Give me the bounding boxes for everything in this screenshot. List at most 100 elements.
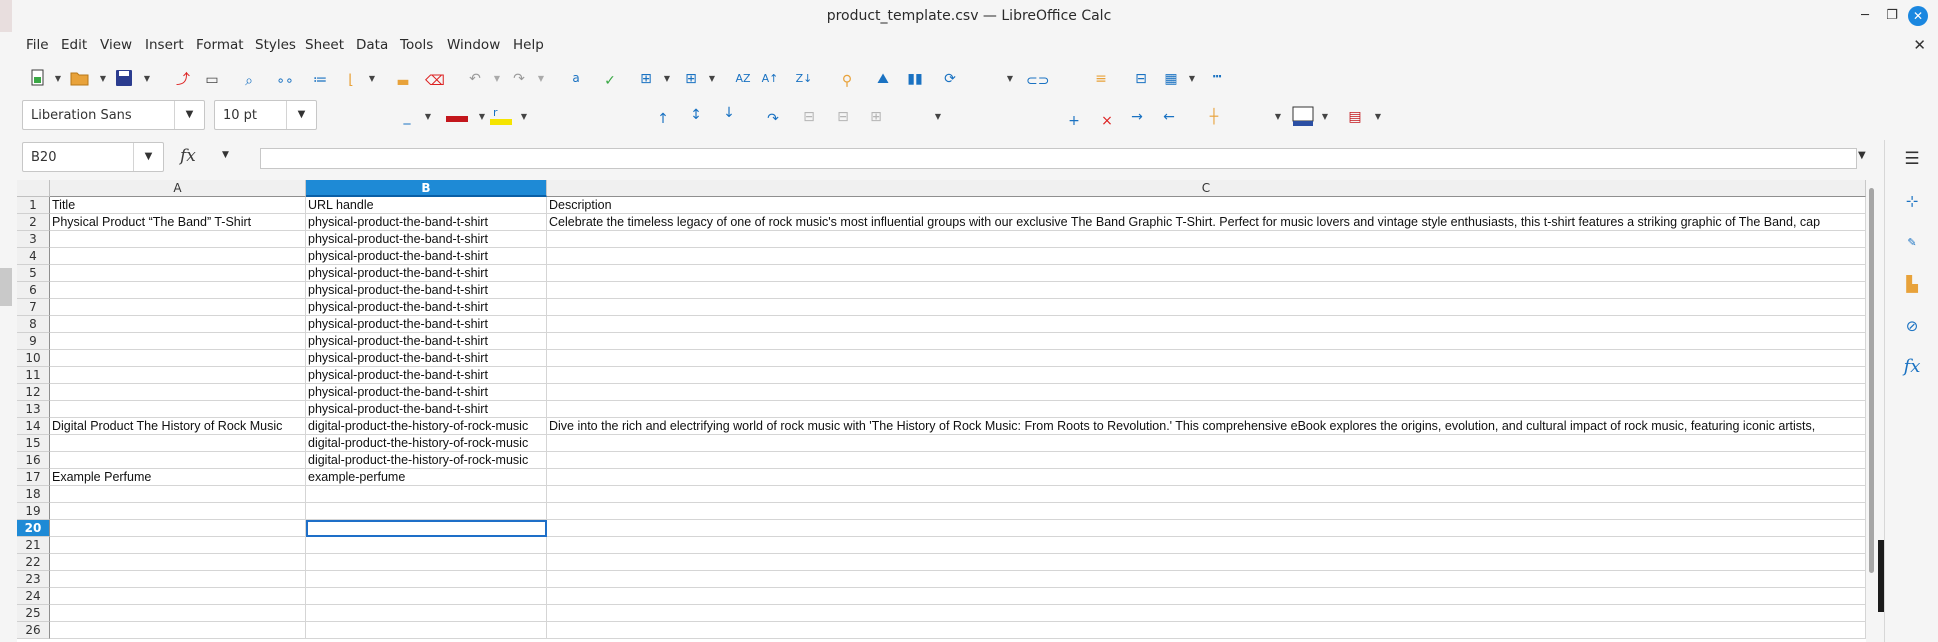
open-folder-icon[interactable]: [69, 68, 91, 90]
row-icon[interactable]: ⊞: [635, 68, 657, 90]
minimize-button[interactable]: ─: [1856, 7, 1874, 25]
cell-c14[interactable]: Dive into the rich and electrifying worl…: [547, 418, 1866, 435]
font-size-dropdown-icon[interactable]: ▼: [286, 101, 316, 129]
export-pdf-icon[interactable]: ⤴: [172, 69, 194, 91]
row-header[interactable]: 9: [17, 333, 50, 350]
menu-format[interactable]: Format: [196, 37, 244, 53]
cell-a11[interactable]: [50, 367, 306, 384]
comment-icon[interactable]: ≡: [1090, 68, 1112, 90]
highlight-dropdown-icon[interactable]: ▼: [520, 106, 528, 128]
cell-b21[interactable]: [306, 537, 547, 554]
cell-a7[interactable]: [50, 299, 306, 316]
border-style-dropdown-icon[interactable]: ▼: [1274, 106, 1282, 128]
center-vertically-icon[interactable]: ↕: [685, 104, 707, 126]
define-print-area-icon[interactable]: ▦: [1160, 68, 1182, 90]
merge-cells-icon[interactable]: ⊟: [798, 106, 820, 128]
row-header[interactable]: 23: [17, 571, 50, 588]
font-color-icon[interactable]: [446, 108, 468, 130]
cell-a15[interactable]: [50, 435, 306, 452]
cell-c17[interactable]: [547, 469, 1866, 486]
row-header[interactable]: 21: [17, 537, 50, 554]
cell-a9[interactable]: [50, 333, 306, 350]
row-header[interactable]: 14: [17, 418, 50, 435]
maximize-button[interactable]: ❐: [1883, 7, 1901, 25]
insert-image-icon[interactable]: ⛰: [872, 68, 894, 90]
format-paintbrush-icon[interactable]: ≔: [309, 69, 331, 91]
cell-a24[interactable]: [50, 588, 306, 605]
sort-ascending-icon[interactable]: A↑: [759, 68, 781, 90]
autofilter-icon[interactable]: ⚲: [836, 70, 858, 92]
menu-data[interactable]: Data: [356, 37, 388, 53]
cell-a25[interactable]: [50, 605, 306, 622]
cell-a23[interactable]: [50, 571, 306, 588]
menu-file[interactable]: File: [26, 37, 49, 53]
formula-input[interactable]: [260, 148, 1857, 169]
cell-a22[interactable]: [50, 554, 306, 571]
menu-insert[interactable]: Insert: [145, 37, 184, 53]
cell-b8[interactable]: physical-product-the-band-t-shirt: [306, 316, 547, 333]
functions-icon[interactable]: fx: [1901, 356, 1923, 378]
column-dropdown-icon[interactable]: ▼: [708, 68, 716, 90]
cell-a4[interactable]: [50, 248, 306, 265]
autospellcheck-icon[interactable]: a: [565, 67, 587, 89]
cell-a19[interactable]: [50, 503, 306, 520]
wrap-text-icon[interactable]: ↷: [762, 108, 784, 130]
cell-a17[interactable]: Example Perfume: [50, 469, 306, 486]
freeze-rows-icon[interactable]: ┅: [1206, 66, 1228, 88]
menu-tools[interactable]: Tools: [400, 37, 433, 53]
row-header[interactable]: 11: [17, 367, 50, 384]
cell-a8[interactable]: [50, 316, 306, 333]
cell-c19[interactable]: [547, 503, 1866, 520]
cell-b14[interactable]: digital-product-the-history-of-rock-musi…: [306, 418, 547, 435]
cell-c21[interactable]: [547, 537, 1866, 554]
row-header[interactable]: 8: [17, 316, 50, 333]
clone-formatting-icon[interactable]: ⌊: [340, 69, 362, 91]
cell-b16[interactable]: digital-product-the-history-of-rock-musi…: [306, 452, 547, 469]
cell-c23[interactable]: [547, 571, 1866, 588]
cell-b9[interactable]: physical-product-the-band-t-shirt: [306, 333, 547, 350]
cell-b5[interactable]: physical-product-the-band-t-shirt: [306, 265, 547, 282]
row-header[interactable]: 4: [17, 248, 50, 265]
column-header-c[interactable]: C: [547, 180, 1866, 197]
function-dropdown-icon[interactable]: ▼: [222, 150, 229, 160]
border-color-dropdown-icon[interactable]: ▼: [1321, 106, 1329, 128]
merge-center-icon[interactable]: ⊟: [832, 106, 854, 128]
cell-b4[interactable]: physical-product-the-band-t-shirt: [306, 248, 547, 265]
cell-a1[interactable]: Title: [50, 197, 306, 214]
row-header[interactable]: 15: [17, 435, 50, 452]
save-icon[interactable]: [113, 68, 135, 90]
cell-a14[interactable]: Digital Product The History of Rock Musi…: [50, 418, 306, 435]
cell-b22[interactable]: [306, 554, 547, 571]
highlight-color-icon[interactable]: r: [490, 106, 512, 128]
vertical-scrollbar-thumb[interactable]: [1869, 188, 1874, 573]
undo-dropdown-icon[interactable]: ▼: [493, 68, 501, 90]
cell-c25[interactable]: [547, 605, 1866, 622]
row-header[interactable]: 2: [17, 214, 50, 231]
underline-dropdown-icon[interactable]: ▼: [424, 106, 432, 128]
row-header[interactable]: 22: [17, 554, 50, 571]
cell-c1[interactable]: Description: [547, 197, 1866, 214]
name-box[interactable]: B20 ▼: [22, 142, 164, 172]
cell-a2[interactable]: Physical Product “The Band” T-Shirt: [50, 214, 306, 231]
cell-b1[interactable]: URL handle: [306, 197, 547, 214]
navigator-icon[interactable]: ⊘: [1901, 315, 1923, 337]
cell-b11[interactable]: physical-product-the-band-t-shirt: [306, 367, 547, 384]
insert-chart-icon[interactable]: ▮▮: [904, 68, 926, 90]
close-window-button[interactable]: ✕: [1908, 6, 1928, 26]
unmerge-cells-icon[interactable]: ⊞: [865, 106, 887, 128]
function-wizard-icon[interactable]: fx: [180, 146, 196, 166]
row-header[interactable]: 24: [17, 588, 50, 605]
cell-a13[interactable]: [50, 401, 306, 418]
delete-decimal-icon[interactable]: ×: [1096, 110, 1118, 132]
print-area-dropdown-icon[interactable]: ▼: [1188, 68, 1196, 90]
redo-icon[interactable]: ↷: [508, 68, 530, 90]
cell-b17[interactable]: example-perfume: [306, 469, 547, 486]
row-header[interactable]: 7: [17, 299, 50, 316]
sort-descending-icon[interactable]: Z↓: [793, 68, 815, 90]
print-icon[interactable]: ▭: [201, 69, 223, 91]
cell-b24[interactable]: [306, 588, 547, 605]
row-header[interactable]: 10: [17, 350, 50, 367]
cell-b26[interactable]: [306, 622, 547, 639]
close-document-icon[interactable]: ✕: [1913, 36, 1926, 54]
menu-window[interactable]: Window: [447, 37, 500, 53]
